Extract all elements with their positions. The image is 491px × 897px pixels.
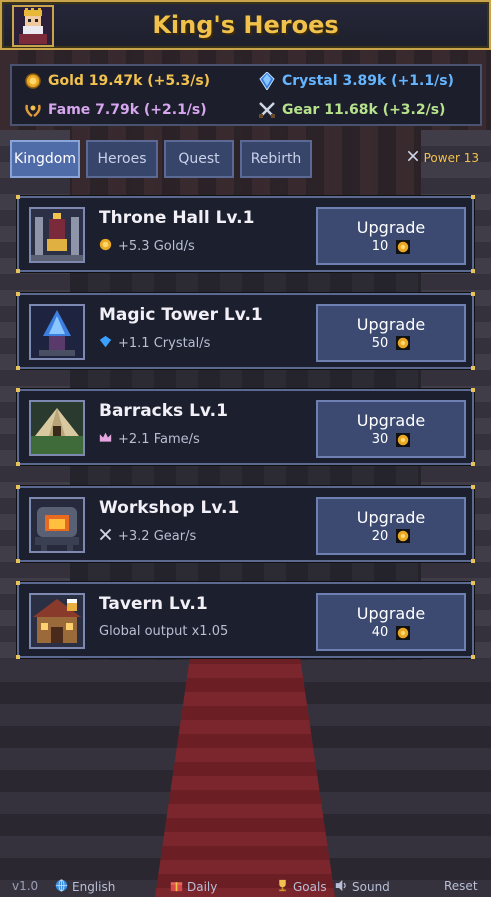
- upgrade-button[interactable]: Upgrade 20: [316, 496, 466, 555]
- resource-panel: Gold 19.47k (+5.3/s) Crystal 3.89k (+1.1…: [10, 64, 482, 126]
- crossed-swords-icon: [407, 150, 419, 165]
- building-name: Barracks Lv.1: [99, 401, 228, 421]
- speaker-icon: [335, 879, 348, 895]
- building-production: +2.1 Fame/s: [99, 431, 200, 448]
- building-name: Workshop Lv.1: [99, 497, 240, 518]
- footer-bar: v1.0 English Daily Goals Sound Reset: [0, 877, 491, 897]
- gold-resource: Gold 19.47k (+5.3/s): [24, 72, 210, 90]
- gift-icon: [170, 879, 183, 895]
- version-label: v1.0: [12, 879, 39, 893]
- crystal-icon: [99, 335, 112, 352]
- globe-icon: [55, 879, 68, 895]
- main-tabs: Kingdom Heroes Quest Rebirth: [10, 140, 312, 178]
- crown-icon: [99, 431, 112, 448]
- crossed-swords-icon: [258, 101, 276, 119]
- gold-coin-icon: [24, 72, 42, 90]
- gold-coin-icon: [396, 239, 411, 254]
- tab-rebirth[interactable]: Rebirth: [240, 140, 312, 178]
- laurel-icon: [24, 101, 42, 119]
- sound-button[interactable]: Sound: [335, 879, 390, 895]
- upgrade-button[interactable]: Upgrade 10: [316, 207, 466, 265]
- app-title: King's Heroes: [152, 11, 339, 39]
- crossed-swords-icon: [99, 528, 112, 545]
- language-button[interactable]: English: [55, 879, 115, 895]
- building-production: +5.3 Gold/s: [99, 238, 195, 255]
- building-card-magic-tower: Magic Tower Lv.1 +1.1 Crystal/s Upgrade …: [16, 291, 475, 370]
- building-production: +3.2 Gear/s: [99, 528, 196, 545]
- upgrade-button[interactable]: Upgrade 40: [316, 593, 466, 651]
- power-indicator: Power 13: [407, 150, 479, 165]
- trophy-icon: [276, 879, 289, 895]
- goals-button[interactable]: Goals: [276, 879, 327, 895]
- building-name: Tavern Lv.1: [99, 594, 208, 614]
- workshop-image: [29, 496, 85, 553]
- building-production: Global output x1.05: [99, 624, 229, 639]
- gear-resource: Gear 11.68k (+3.2/s): [258, 101, 445, 119]
- reset-button[interactable]: Reset: [444, 879, 478, 893]
- tab-heroes[interactable]: Heroes: [86, 140, 158, 178]
- building-card-throne-hall: Throne Hall Lv.1 +5.3 Gold/s Upgrade 10: [16, 195, 475, 273]
- crystal-icon: [258, 72, 276, 90]
- gold-coin-icon: [396, 432, 411, 447]
- daily-button[interactable]: Daily: [170, 879, 217, 895]
- tavern-image: [29, 593, 85, 649]
- building-name: Throne Hall Lv.1: [99, 208, 255, 228]
- app-header: King's Heroes: [0, 0, 491, 50]
- magic-tower-image: [29, 303, 85, 360]
- building-list: Throne Hall Lv.1 +5.3 Gold/s Upgrade 10 …: [16, 195, 475, 679]
- upgrade-button[interactable]: Upgrade 30: [316, 400, 466, 458]
- gold-coin-icon: [396, 625, 411, 640]
- upgrade-button[interactable]: Upgrade 50: [316, 303, 466, 362]
- building-card-barracks: Barracks Lv.1 +2.1 Fame/s Upgrade 30: [16, 388, 475, 466]
- king-avatar: [12, 5, 54, 47]
- barracks-image: [29, 400, 85, 456]
- building-production: +1.1 Crystal/s: [99, 335, 210, 352]
- building-card-workshop: Workshop Lv.1 +3.2 Gear/s Upgrade 20: [16, 484, 475, 563]
- fame-resource: Fame 7.79k (+2.1/s): [24, 101, 207, 119]
- tab-kingdom[interactable]: Kingdom: [10, 140, 80, 178]
- building-name: Magic Tower Lv.1: [99, 304, 263, 325]
- gold-coin-icon: [396, 336, 411, 350]
- gold-coin-icon: [99, 238, 112, 255]
- building-card-tavern: Tavern Lv.1 Global output x1.05 Upgrade …: [16, 581, 475, 659]
- throne-hall-image: [29, 207, 85, 263]
- gold-coin-icon: [396, 529, 411, 543]
- crystal-resource: Crystal 3.89k (+1.1/s): [258, 72, 454, 90]
- tab-quest[interactable]: Quest: [164, 140, 234, 178]
